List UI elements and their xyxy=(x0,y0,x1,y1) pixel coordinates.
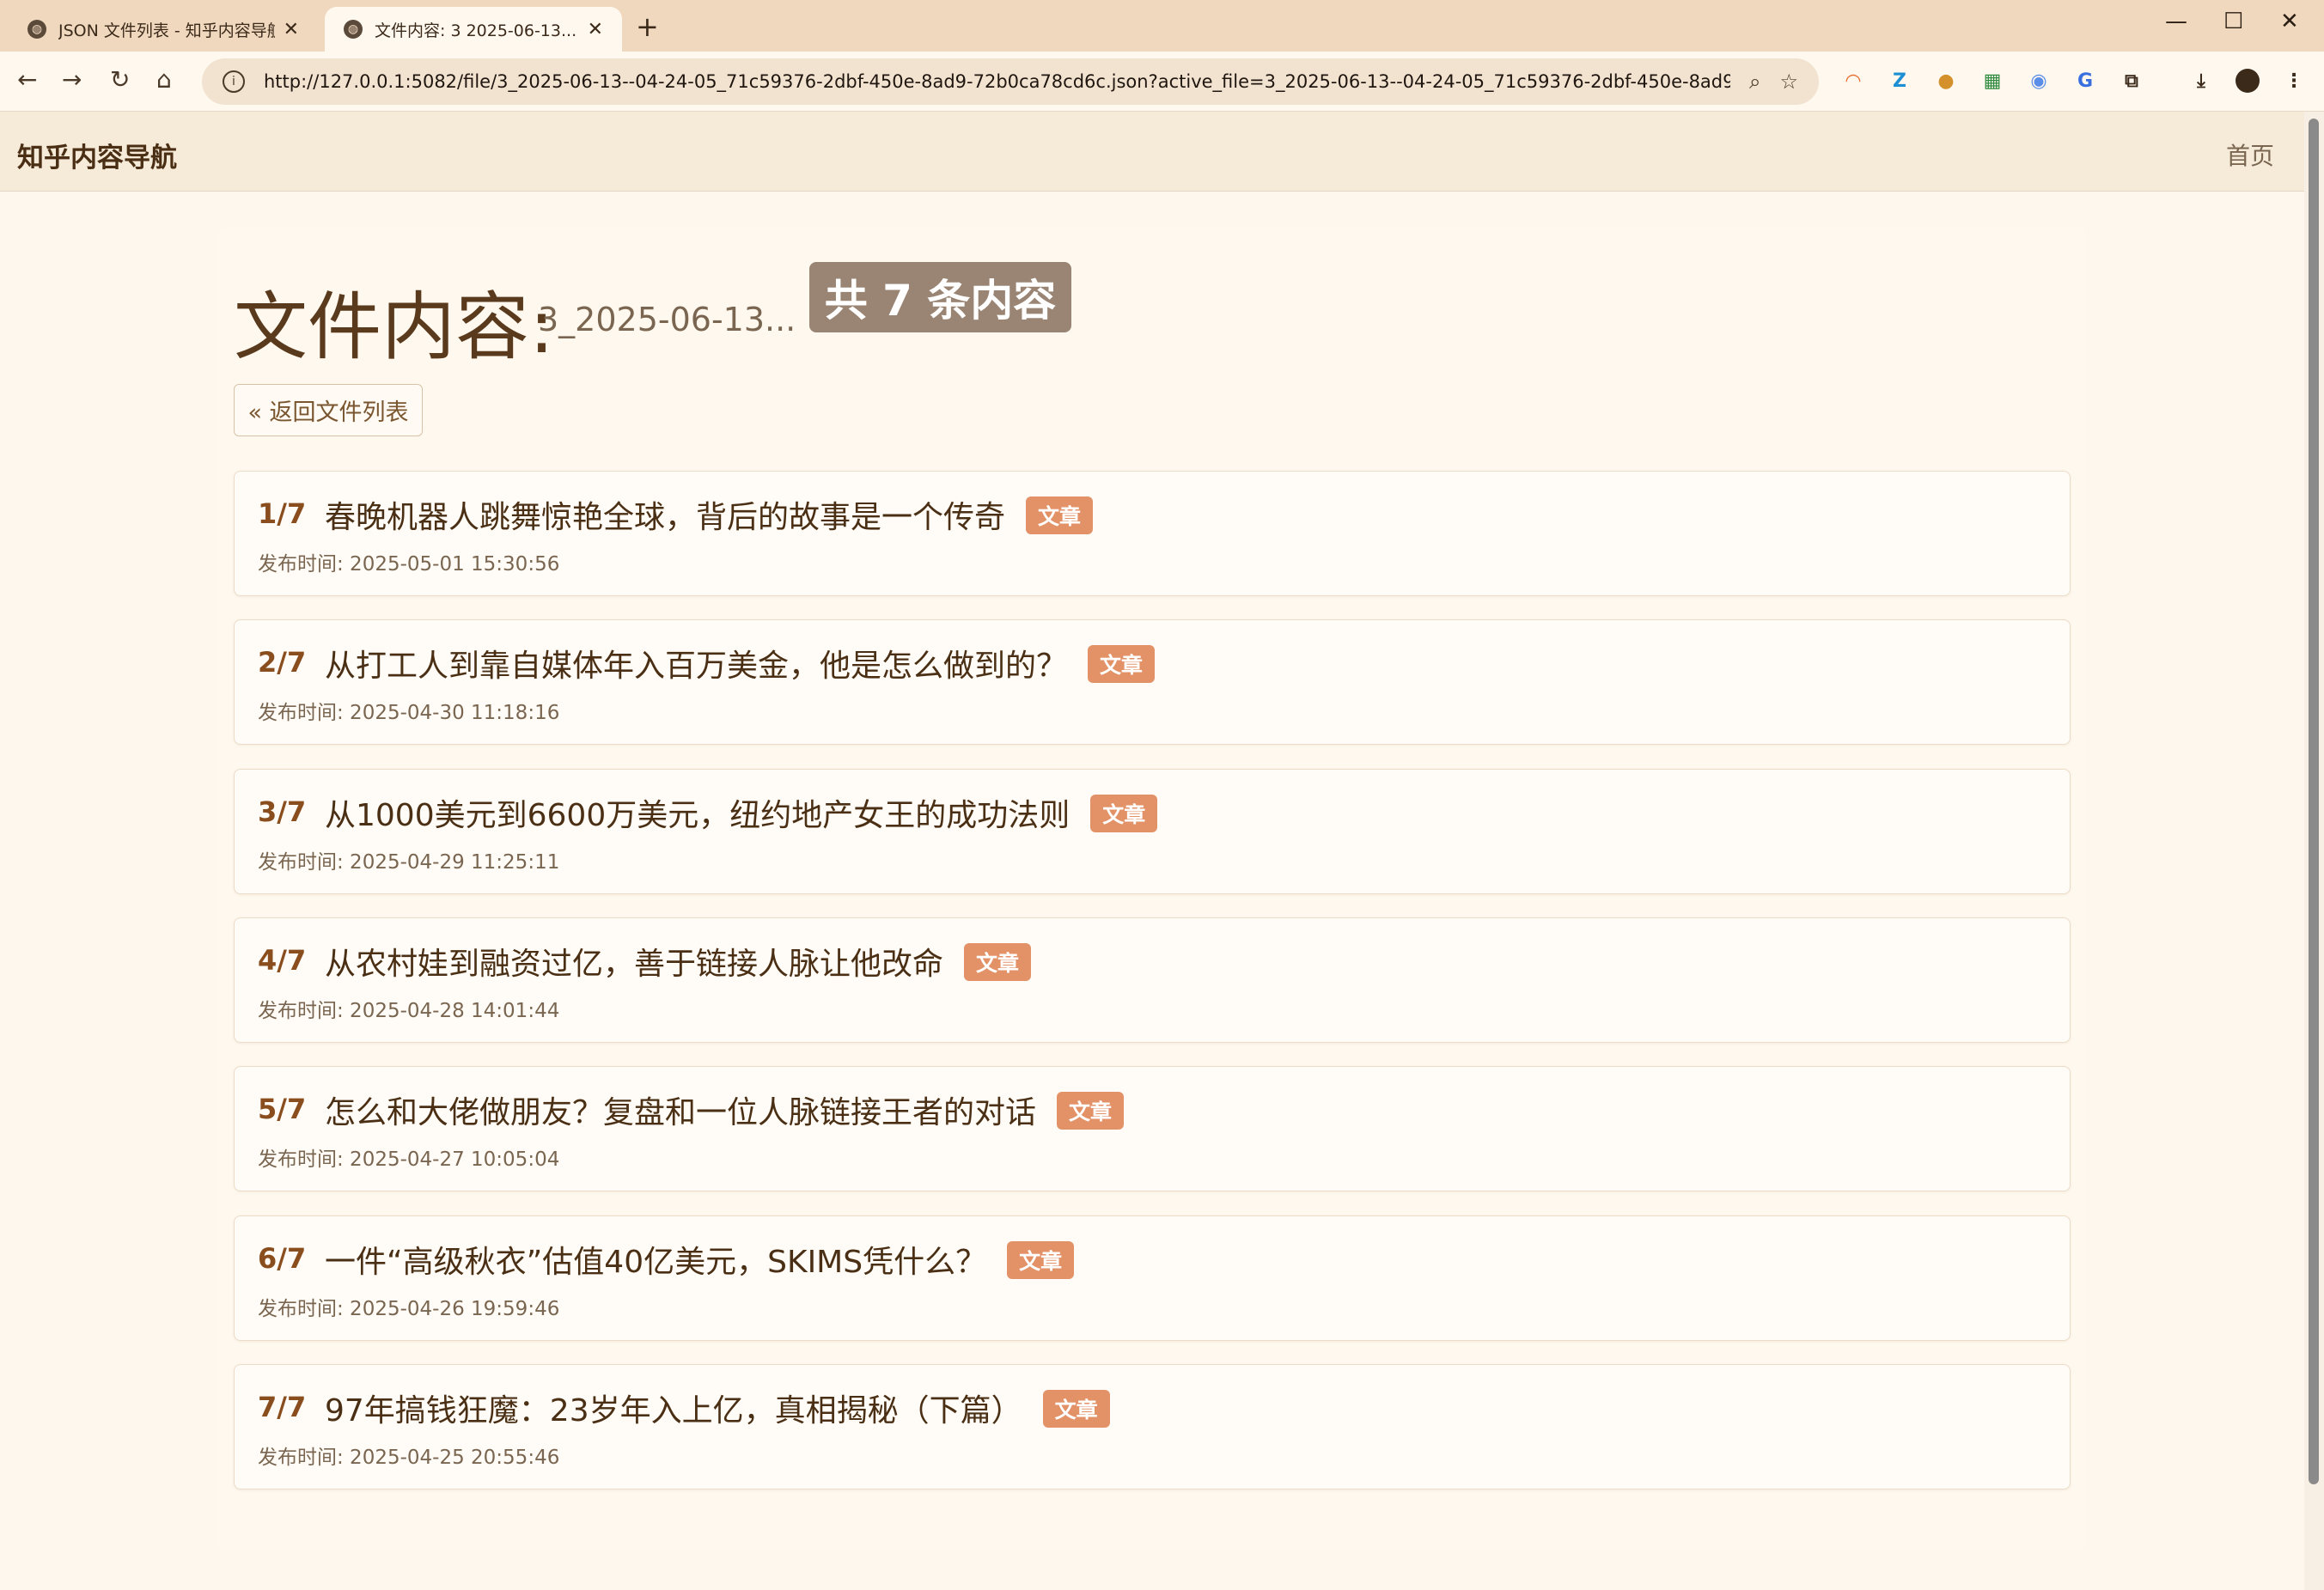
publish-time: 发布时间: 2025-04-26 19:59:46 xyxy=(258,1298,560,1320)
site-info-icon[interactable]: i xyxy=(223,70,245,93)
close-icon[interactable]: ✕ xyxy=(284,19,299,40)
item-title[interactable]: 从农村娃到融资过亿，善于链接人脉让他改命 文章 xyxy=(325,939,1032,984)
z-extension-icon[interactable]: Z xyxy=(1888,69,1912,93)
list-item[interactable]: 6/7 一件“高级秋衣”估值40亿美元，SKIMS凭什么？ 文章 发布时间: 20… xyxy=(234,1215,2071,1341)
close-icon[interactable]: ✕ xyxy=(588,19,603,40)
back-to-file-list-button[interactable]: « 返回文件列表 xyxy=(234,384,423,436)
list-item[interactable]: 1/7 春晚机器人跳舞惊艳全球，背后的故事是一个传奇 文章 发布时间: 2025-… xyxy=(234,471,2071,596)
back-arrow-icon[interactable]: ← xyxy=(17,65,37,94)
list-item[interactable]: 5/7 怎么和大佬做朋友？复盘和一位人脉链接王者的对话 文章 发布时间: 2025… xyxy=(234,1066,2071,1191)
article-tag: 文章 xyxy=(964,943,1032,981)
item-title[interactable]: 从打工人到靠自媒体年入百万美金，他是怎么做到的？ 文章 xyxy=(325,641,1156,685)
publish-time: 发布时间: 2025-04-28 14:01:44 xyxy=(258,1000,560,1022)
browser-tabstrip: ◍ JSON 文件列表 - 知乎内容导航 ✕ ◍ 文件内容: 3 2025-06… xyxy=(0,0,2324,52)
avatar[interactable] xyxy=(2236,69,2260,93)
search-extension-icon[interactable]: ◉ xyxy=(2027,69,2051,93)
item-title-text[interactable]: 从农村娃到融资过亿，善于链接人脉让他改命 xyxy=(325,947,943,982)
grid-extension-icon[interactable]: ▦ xyxy=(1980,69,2004,93)
menu-kebab-icon[interactable]: ⋮ xyxy=(2282,69,2306,93)
zoom-icon[interactable]: ⌕ xyxy=(1749,70,1760,94)
article-tag: 文章 xyxy=(1042,1390,1110,1428)
scrollbar-thumb[interactable] xyxy=(2309,119,2319,1484)
publish-time: 发布时间: 2025-04-27 10:05:04 xyxy=(258,1148,560,1171)
site-brand[interactable]: 知乎内容导航 xyxy=(17,136,177,174)
item-index: 6/7 xyxy=(258,1242,307,1275)
publish-time: 发布时间: 2025-04-30 11:18:16 xyxy=(258,702,560,724)
item-index: 7/7 xyxy=(258,1391,307,1423)
home-icon[interactable]: ⌂ xyxy=(156,65,172,94)
item-index: 5/7 xyxy=(258,1093,307,1125)
publish-time: 发布时间: 2025-05-01 15:30:56 xyxy=(258,553,560,576)
page-scrollbar[interactable] xyxy=(2304,112,2324,1590)
item-count-badge: 共 7 条内容 xyxy=(809,262,1071,332)
new-tab-button[interactable]: + xyxy=(636,10,659,43)
item-title[interactable]: 从1000美元到6600万美元，纽约地产女王的成功法则 文章 xyxy=(325,790,1158,835)
address-bar[interactable]: i http://127.0.0.1:5082/file/3_2025-06-1… xyxy=(202,58,1819,105)
puzzle-extensions-icon[interactable]: ⧉ xyxy=(2120,69,2144,93)
item-title-text[interactable]: 怎么和大佬做朋友？复盘和一位人脉链接王者的对话 xyxy=(325,1095,1036,1130)
item-title-text[interactable]: 从打工人到靠自媒体年入百万美金，他是怎么做到的？ xyxy=(325,649,1067,684)
cookie-extension-icon[interactable]: ● xyxy=(1934,69,1958,93)
file-name: 3_2025-06-13... xyxy=(538,301,796,338)
reload-icon[interactable]: ↻ xyxy=(110,65,130,94)
item-title-text[interactable]: 97年搞钱狂魔：23岁年入上亿，真相揭秘（下篇） xyxy=(325,1393,1022,1429)
site-navbar: 知乎内容导航 首页 xyxy=(0,112,2304,192)
item-title[interactable]: 怎么和大佬做朋友？复盘和一位人脉链接王者的对话 文章 xyxy=(325,1087,1125,1132)
item-index: 4/7 xyxy=(258,944,307,977)
item-title[interactable]: 春晚机器人跳舞惊艳全球，背后的故事是一个传奇 文章 xyxy=(325,492,1094,537)
list-item[interactable]: 7/7 97年搞钱狂魔：23岁年入上亿，真相揭秘（下篇） 文章 发布时间: 202… xyxy=(234,1364,2071,1489)
publish-time: 发布时间: 2025-04-25 20:55:46 xyxy=(258,1447,560,1469)
article-tag: 文章 xyxy=(1057,1092,1125,1130)
article-tag: 文章 xyxy=(1088,645,1156,683)
article-tag: 文章 xyxy=(1026,496,1094,534)
list-item[interactable]: 2/7 从打工人到靠自媒体年入百万美金，他是怎么做到的？ 文章 发布时间: 202… xyxy=(234,619,2071,745)
forward-arrow-icon[interactable]: → xyxy=(62,65,82,94)
browser-tab-file-content[interactable]: ◍ 文件内容: 3 2025-06-13... - 知 ✕ xyxy=(325,7,622,52)
rainbow-extension-icon[interactable]: ◠ xyxy=(1841,69,1865,93)
item-title[interactable]: 一件“高级秋衣”估值40亿美元，SKIMS凭什么？ 文章 xyxy=(325,1237,1075,1282)
maximize-icon[interactable]: ☐ xyxy=(2223,9,2243,34)
list-item[interactable]: 3/7 从1000美元到6600万美元，纽约地产女王的成功法则 文章 发布时间: … xyxy=(234,769,2071,894)
list-item[interactable]: 4/7 从农村娃到融资过亿，善于链接人脉让他改命 文章 发布时间: 2025-04… xyxy=(234,917,2071,1043)
minimize-icon[interactable]: — xyxy=(2165,9,2187,34)
publish-time: 发布时间: 2025-04-29 11:25:11 xyxy=(258,851,560,874)
article-tag: 文章 xyxy=(1007,1241,1075,1279)
bookmark-star-icon[interactable]: ☆ xyxy=(1779,70,1798,94)
item-title-text[interactable]: 一件“高级秋衣”估值40亿美元，SKIMS凭什么？ xyxy=(325,1245,986,1280)
globe-icon: ◍ xyxy=(344,20,363,39)
item-index: 2/7 xyxy=(258,646,307,679)
browser-tab-file-list[interactable]: ◍ JSON 文件列表 - 知乎内容导航 ✕ xyxy=(9,7,318,52)
globe-icon: ◍ xyxy=(27,20,46,39)
url-text[interactable]: http://127.0.0.1:5082/file/3_2025-06-13-… xyxy=(264,71,1730,92)
tab-title: 文件内容: 3 2025-06-13... - 知 xyxy=(375,21,579,40)
item-title[interactable]: 97年搞钱狂魔：23岁年入上亿，真相揭秘（下篇） 文章 xyxy=(325,1386,1110,1430)
window-close-icon[interactable]: ✕ xyxy=(2280,9,2299,34)
tab-title: JSON 文件列表 - 知乎内容导航 xyxy=(58,21,275,40)
page-title: 文件内容: xyxy=(234,284,554,370)
item-title-text[interactable]: 春晚机器人跳舞惊艳全球，背后的故事是一个传奇 xyxy=(325,500,1005,535)
translate-extension-icon[interactable]: G xyxy=(2073,69,2097,93)
article-tag: 文章 xyxy=(1090,795,1158,832)
download-icon[interactable]: ⤓ xyxy=(2189,69,2213,93)
nav-home-link[interactable]: 首页 xyxy=(2226,137,2274,172)
item-title-text[interactable]: 从1000美元到6600万美元，纽约地产女王的成功法则 xyxy=(325,798,1070,833)
item-index: 3/7 xyxy=(258,795,307,828)
item-index: 1/7 xyxy=(258,497,307,530)
browser-toolbar: ← → ↻ ⌂ i http://127.0.0.1:5082/file/3_2… xyxy=(0,52,2324,112)
